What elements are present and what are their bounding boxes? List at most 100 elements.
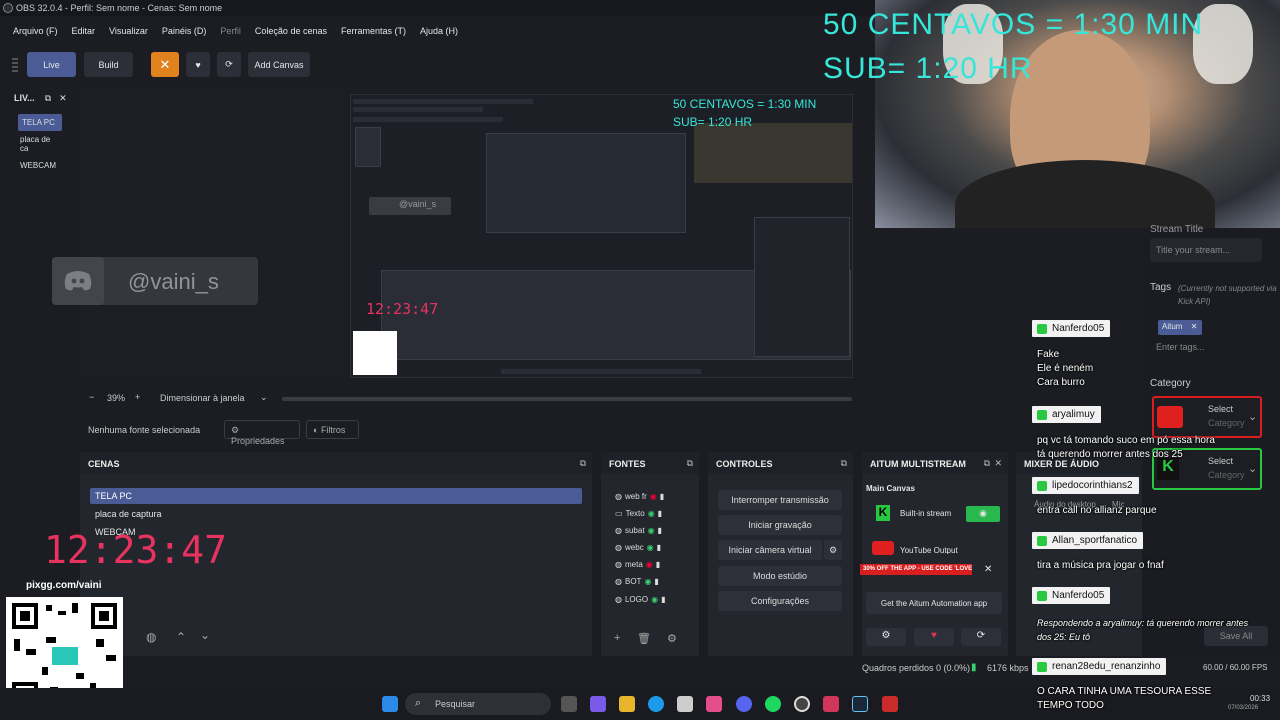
promo-banner[interactable]: 30% OFF THE APP - USE CODE 'LOVE' — [860, 564, 972, 575]
close-icon[interactable]: ✕ — [994, 458, 1002, 469]
file-explorer-icon[interactable] — [619, 696, 635, 712]
source-item[interactable]: ◍ web fr ◉ ▮ — [615, 489, 664, 503]
filters-button[interactable]: ◐ Filtros — [306, 420, 359, 439]
stream-title-label: Stream Title — [1150, 224, 1204, 235]
controls-dock-title: CONTROLES — [716, 459, 773, 469]
add-canvas-button[interactable]: Add Canvas — [248, 52, 310, 77]
tags-input[interactable]: Enter tags... — [1156, 342, 1205, 352]
refresh-button[interactable]: ⟳ — [217, 52, 241, 77]
tools-button[interactable]: ✕ — [151, 52, 179, 77]
chevron-down-icon[interactable]: ⌄ — [260, 392, 268, 403]
eye-icon[interactable]: ◉ — [648, 526, 655, 535]
youtube-output-label: YouTube Output — [900, 546, 958, 554]
studio-mode-button[interactable]: Modo estúdio — [718, 566, 842, 586]
stop-stream-button[interactable]: Interromper transmissão — [718, 490, 842, 510]
menu-file[interactable]: Arquivo (F) — [13, 22, 58, 42]
start-virtual-camera-button[interactable]: Iniciar câmera virtual — [718, 540, 822, 560]
build-button[interactable]: Build — [84, 52, 133, 77]
menu-view[interactable]: Visualizar — [109, 22, 148, 42]
aitum-donate-button[interactable]: ♥ — [914, 628, 954, 646]
lock-icon[interactable]: ▮ — [657, 543, 661, 552]
hidden-eye-icon[interactable]: ◉ — [650, 492, 657, 501]
signal-bars-icon: ▮ — [971, 662, 977, 673]
windows-start-icon[interactable] — [382, 696, 398, 712]
get-aitum-app-button[interactable]: Get the Aitum Automation app — [866, 592, 1002, 614]
stream-title-input[interactable]: Title your stream... — [1150, 238, 1262, 262]
close-icon[interactable]: ✕ — [984, 564, 992, 575]
lock-icon[interactable]: ▮ — [661, 595, 665, 604]
dock-float-icon[interactable]: ⧉ — [45, 93, 51, 104]
eye-icon[interactable]: ◉ — [651, 595, 658, 604]
left-scene-item[interactable]: placa de ca — [10, 131, 70, 157]
dock-float-icon[interactable]: ⧉ — [984, 458, 990, 469]
scene-item[interactable]: placa de captura — [95, 509, 162, 519]
stream-active-toggle[interactable]: ◉ — [966, 506, 1000, 522]
lock-icon[interactable]: ▮ — [656, 560, 660, 569]
gear-icon[interactable]: ⚙ — [667, 632, 677, 645]
heart-button[interactable]: ♥ — [186, 52, 210, 77]
eye-icon[interactable]: ◉ — [644, 577, 651, 586]
scale-mode-select[interactable]: Dimensionar à janela — [160, 393, 245, 403]
store-icon[interactable] — [677, 696, 693, 712]
dock-float-icon[interactable]: ⧉ — [687, 458, 693, 469]
lock-icon[interactable]: ▮ — [654, 577, 658, 586]
copilot-icon[interactable] — [590, 696, 606, 712]
menu-tools[interactable]: Ferramentas (T) — [341, 22, 406, 42]
obs-icon[interactable] — [794, 696, 810, 712]
virtual-camera-settings-button[interactable]: ⚙ — [824, 540, 842, 560]
dock-float-icon[interactable]: ⧉ — [841, 458, 847, 469]
settings-button[interactable]: Configurações — [718, 591, 842, 611]
tag-chip[interactable]: Aitum ✕ — [1158, 320, 1203, 335]
source-item[interactable]: ◍ BOT ◉ ▮ — [615, 574, 659, 588]
move-down-icon[interactable]: ⌄ — [200, 628, 210, 642]
taskbar-search[interactable]: ⌕ Pesquisar — [405, 693, 551, 715]
close-icon[interactable]: ✕ — [1191, 322, 1198, 331]
youtube-icon — [872, 541, 894, 555]
aitum-settings-button[interactable]: ⚙ — [866, 628, 906, 646]
discord-icon[interactable] — [736, 696, 752, 712]
menu-edit[interactable]: Editar — [72, 22, 96, 42]
preview-scrollbar[interactable] — [282, 397, 852, 401]
aitum-refresh-button[interactable]: ⟳ — [961, 628, 1001, 646]
menu-docks[interactable]: Painéis (D) — [162, 22, 207, 42]
edge-icon[interactable] — [648, 696, 664, 712]
dock-float-icon[interactable]: ⧉ — [580, 458, 586, 469]
spotify-icon[interactable] — [765, 696, 781, 712]
live-button[interactable]: Live — [27, 52, 76, 77]
properties-button[interactable]: ⚙ Propriedades — [224, 420, 300, 446]
source-item[interactable]: ▭ Texto ◉ ▮ — [615, 506, 662, 520]
lock-icon[interactable]: ▮ — [658, 526, 662, 535]
menu-profile[interactable]: Perfil — [220, 22, 241, 42]
lock-icon[interactable]: ▮ — [658, 509, 662, 518]
source-item[interactable]: ◍ subat ◉ ▮ — [615, 523, 662, 537]
filters-label: Filtros — [320, 425, 346, 435]
steam-icon[interactable] — [852, 696, 868, 712]
scene-item[interactable]: TELA PC — [95, 491, 132, 501]
lock-icon[interactable]: ▮ — [660, 492, 664, 501]
left-scene-item[interactable]: WEBCAM — [10, 157, 70, 174]
task-view-icon[interactable] — [561, 696, 577, 712]
search-label: Pesquisar — [435, 699, 476, 709]
category-select-youtube[interactable]: Select Category ⌄ — [1152, 396, 1262, 438]
eye-icon[interactable]: ◉ — [647, 543, 654, 552]
zoom-out-button[interactable]: − — [89, 392, 94, 402]
app-icon[interactable] — [823, 696, 839, 712]
menu-help[interactable]: Ajuda (H) — [420, 22, 458, 42]
dock-close-icon[interactable]: ✕ — [59, 93, 67, 104]
eye-icon[interactable]: ◉ — [648, 509, 655, 518]
app-icon[interactable] — [706, 696, 722, 712]
toolbar-grip-icon[interactable] — [12, 58, 18, 74]
source-item[interactable]: ◍ webc ◉ ▮ — [615, 540, 661, 554]
trash-icon[interactable]: 🗑 — [637, 632, 651, 645]
move-up-icon[interactable]: ⌃ — [176, 630, 186, 644]
app-icon[interactable] — [882, 696, 898, 712]
menu-scene-collection[interactable]: Coleção de cenas — [255, 22, 327, 42]
source-item[interactable]: ◍ meta ◉ ▮ — [615, 557, 660, 571]
start-recording-button[interactable]: Iniciar gravação — [718, 515, 842, 535]
scene-filters-icon[interactable]: ◍ — [146, 630, 156, 644]
hidden-eye-icon[interactable]: ◉ — [646, 560, 653, 569]
zoom-in-button[interactable]: + — [135, 392, 140, 402]
source-item[interactable]: ◍ LOGO ◉ ▮ — [615, 592, 666, 606]
left-scene-item[interactable]: TELA PC — [18, 114, 62, 131]
add-source-icon[interactable]: + — [614, 632, 620, 644]
